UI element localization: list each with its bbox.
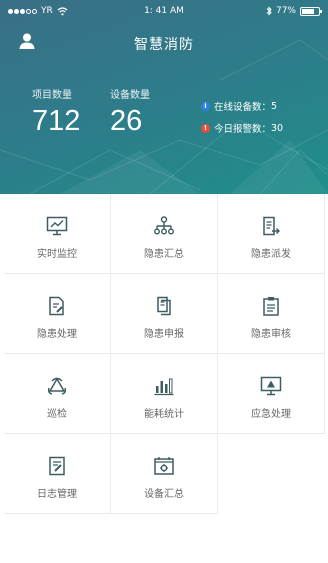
info-value: 30 [271, 122, 284, 134]
menu-item-label: 隐患处理 [37, 329, 77, 340]
menu-item-device-summary[interactable]: 设备汇总 [111, 434, 218, 514]
header-banner: YR 1: 41 AM 77% 智慧消防 项目数量 712 设备数量 26 i … [0, 0, 328, 194]
hierarchy-icon [154, 216, 174, 235]
menu-item-label: 能耗统计 [144, 409, 184, 420]
menu-item-energy-statistics[interactable]: 能耗统计 [111, 354, 218, 434]
document-edit-icon [49, 296, 64, 316]
info-label: 今日报警数： [214, 124, 272, 135]
info-label: 在线设备数： [214, 102, 272, 113]
info-icon: i [201, 101, 210, 111]
menu-item-label: 巡检 [47, 409, 67, 420]
menu-item-label: 隐患派发 [251, 249, 291, 260]
stat-value: 26 [110, 105, 143, 137]
document-send-icon [263, 216, 280, 236]
info-today-alarms: ! 今日报警数： 30 [201, 121, 283, 135]
menu-item-hazard-review[interactable]: 隐患审核 [218, 274, 325, 354]
nav-bar: 智慧消防 [0, 30, 328, 56]
bluetooth-icon [266, 6, 272, 16]
clipboard-icon [263, 297, 279, 316]
bar-chart-icon [154, 378, 174, 396]
menu-item-label: 日志管理 [37, 489, 77, 500]
monitor-chart-icon [46, 216, 68, 236]
stat-label: 项目数量 [32, 90, 72, 101]
menu-item-realtime-monitoring[interactable]: 实时监控 [4, 194, 111, 274]
monitor-warning-icon [260, 376, 282, 396]
alert-icon: ! [201, 123, 210, 133]
triangle-cycle-icon [47, 377, 67, 395]
menu-item-label: 应急处理 [251, 409, 291, 420]
stat-value: 712 [32, 105, 81, 137]
menu-item-label: 实时监控 [37, 249, 77, 260]
stat-project-count: 项目数量 712 [32, 86, 80, 138]
menu-item-log-management[interactable]: 日志管理 [4, 434, 111, 514]
info-online-devices: i 在线设备数： 5 [201, 99, 277, 113]
menu-item-label: 设备汇总 [144, 489, 184, 500]
battery-icon [300, 6, 322, 16]
stat-label: 设备数量 [110, 90, 150, 101]
menu-item-hazard-dispatch[interactable]: 隐患派发 [218, 194, 325, 274]
battery-percent: 77% [275, 6, 296, 16]
stat-device-count: 设备数量 26 [110, 86, 150, 138]
menu-item-label: 隐患申报 [144, 329, 184, 340]
menu-item-label: 隐患审核 [251, 329, 291, 340]
log-edit-icon [49, 456, 65, 476]
device-gear-icon [154, 457, 174, 475]
status-bar: YR 1: 41 AM 77% [0, 0, 328, 24]
menu-item-hazard-summary[interactable]: 隐患汇总 [111, 194, 218, 274]
info-value: 5 [271, 100, 278, 112]
page-title: 智慧消防 [134, 37, 194, 53]
menu-item-hazard-report[interactable]: 隐患申报 [111, 274, 218, 354]
menu-item-emergency-handling[interactable]: 应急处理 [218, 354, 325, 434]
document-copy-icon [157, 296, 171, 316]
menu-item-inspection[interactable]: 巡检 [4, 354, 111, 434]
menu-item-label: 隐患汇总 [144, 249, 184, 260]
menu-item-hazard-handling[interactable]: 隐患处理 [4, 274, 111, 354]
